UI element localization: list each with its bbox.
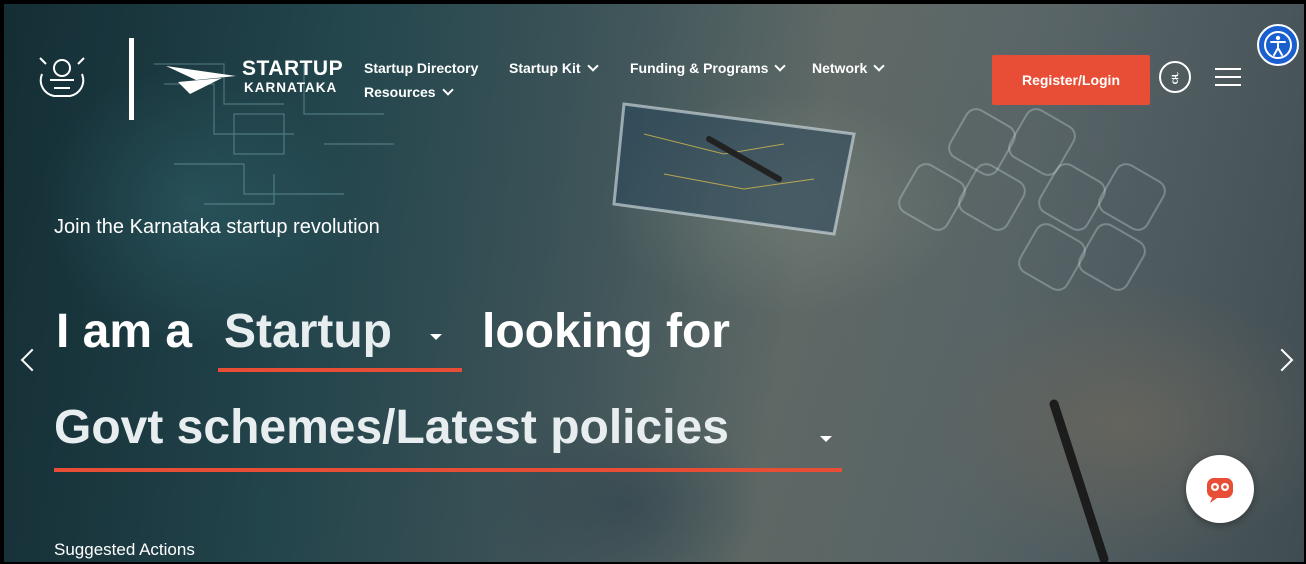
nav-resources[interactable]: Resources [364, 84, 454, 100]
top-navbar: STARTUP KARNATAKA Startup Directory Star… [2, 2, 1302, 122]
chevron-down-icon [774, 60, 787, 72]
chevron-down-icon [820, 436, 832, 442]
logo-divider [129, 38, 134, 120]
pen-decoration-2 [1049, 399, 1109, 562]
brand-title: STARTUP [242, 57, 344, 80]
chatbot-icon [1207, 478, 1233, 503]
startup-karnataka-logo[interactable]: STARTUP KARNATAKA [166, 57, 356, 102]
accessibility-icon[interactable] [1257, 24, 1299, 66]
role-select[interactable]: Startup [218, 304, 462, 372]
karnataka-emblem-icon[interactable] [36, 54, 88, 100]
chevron-down-icon [430, 334, 442, 340]
brand-subtitle: KARNATAKA [244, 80, 338, 95]
chevron-down-icon [873, 60, 885, 72]
nav-funding-programs[interactable]: Funding & Programs [630, 60, 787, 76]
chatbot-button[interactable] [1186, 455, 1254, 523]
nav-startup-directory[interactable]: Startup Directory [364, 60, 478, 76]
chevron-down-icon [441, 84, 454, 96]
chevron-down-icon [586, 60, 599, 72]
headline-prefix: I am a [56, 305, 193, 358]
need-select[interactable]: Govt schemes/Latest policies [54, 400, 842, 472]
register-login-button[interactable]: Register/Login [992, 55, 1150, 105]
hero-tagline: Join the Karnataka startup revolution [54, 216, 380, 238]
hamburger-menu-icon[interactable] [1215, 68, 1241, 88]
page-frame: STARTUP KARNATAKA Startup Directory Star… [0, 0, 1306, 564]
need-selected-value: Govt schemes/Latest policies [54, 401, 729, 454]
nav-startup-kit[interactable]: Startup Kit [509, 60, 599, 76]
pen-decoration [706, 136, 782, 182]
suggested-actions-label: Suggested Actions [54, 540, 195, 559]
role-selected-value: Startup [224, 305, 392, 358]
nav-network[interactable]: Network [812, 60, 885, 76]
headline-middle: looking for [482, 305, 730, 358]
language-icon[interactable]: ಕ [1159, 61, 1191, 93]
startup-karnataka-logo-icon [166, 66, 236, 94]
